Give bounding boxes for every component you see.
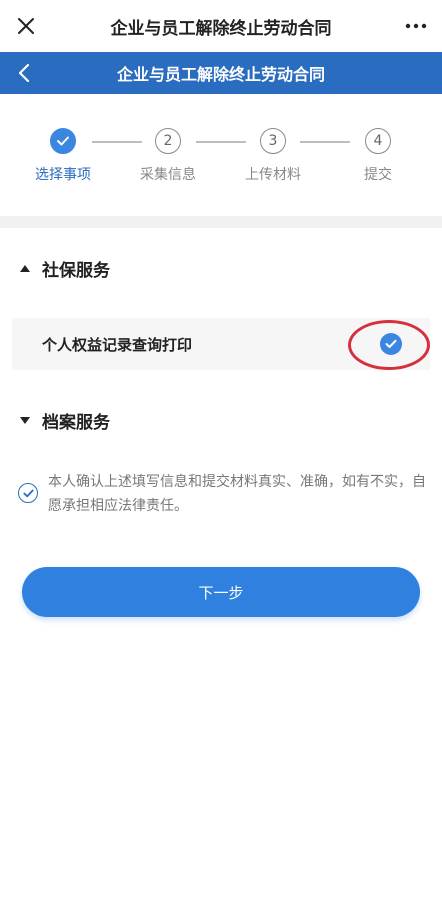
checked-icon[interactable] — [380, 333, 402, 355]
step-1-check-icon — [50, 128, 76, 154]
step-4: 4 提交 — [338, 128, 418, 184]
section-archive-title: 档案服务 — [42, 413, 110, 433]
step-1-label: 选择事项 — [35, 167, 91, 183]
agreement-text: 本人确认上述填写信息和提交材料真实、准确，如有不实，自愿承担相应法律责任。 — [48, 474, 426, 514]
top-bar: 企业与员工解除终止劳动合同 — [0, 0, 442, 52]
expand-triangle-icon — [20, 417, 30, 424]
section-divider — [0, 216, 442, 228]
close-icon[interactable] — [8, 8, 44, 44]
next-step-button[interactable]: 下一步 — [22, 567, 420, 617]
step-3-number: 3 — [260, 128, 286, 154]
page-header: 企业与员工解除终止劳动合同 — [0, 52, 442, 94]
agreement-check-icon[interactable] — [18, 483, 38, 503]
progress-stepper: 选择事项 2 采集信息 3 上传材料 4 提交 — [0, 94, 442, 216]
item-personal-rights-record[interactable]: 个人权益记录查询打印 — [12, 318, 430, 370]
step-2-label: 采集信息 — [140, 167, 196, 183]
section-social-title: 社保服务 — [42, 261, 110, 281]
item-label: 个人权益记录查询打印 — [42, 335, 193, 354]
step-4-number: 4 — [365, 128, 391, 154]
step-1: 选择事项 — [23, 128, 103, 184]
page-title: 企业与员工解除终止劳动合同 — [116, 65, 325, 84]
section-social-toggle[interactable]: 社保服务 — [20, 256, 110, 281]
step-3: 3 上传材料 — [233, 128, 313, 184]
more-options-icon[interactable] — [398, 8, 434, 44]
step-4-label: 提交 — [364, 167, 392, 183]
back-arrow-icon[interactable] — [6, 55, 42, 91]
agreement-row: 本人确认上述填写信息和提交材料真实、准确，如有不实，自愿承担相应法律责任。 — [18, 470, 428, 518]
section-archive-toggle[interactable]: 档案服务 — [20, 408, 110, 433]
app-title: 企业与员工解除终止劳动合同 — [110, 18, 332, 39]
collapse-triangle-icon — [20, 265, 30, 272]
step-2: 2 采集信息 — [128, 128, 208, 184]
step-3-label: 上传材料 — [245, 167, 301, 183]
step-2-number: 2 — [155, 128, 181, 154]
